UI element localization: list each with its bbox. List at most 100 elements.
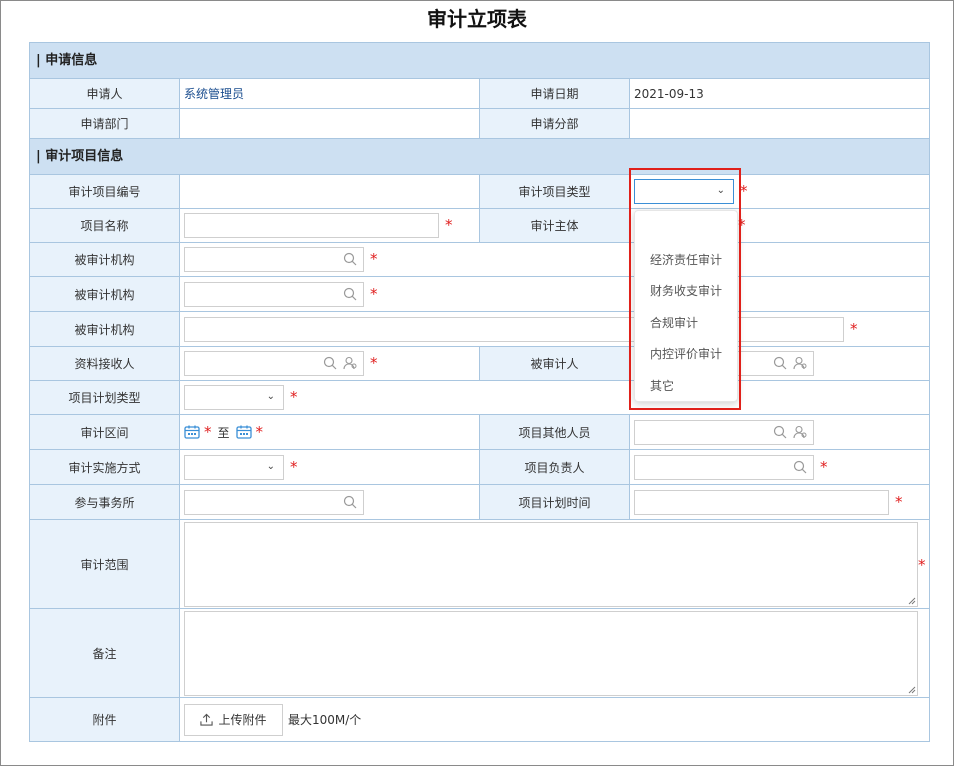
required-mark: * bbox=[370, 250, 378, 268]
applicant-label: 申请人 bbox=[30, 79, 180, 108]
search-icon[interactable] bbox=[793, 460, 807, 474]
row-code: 审计项目编号 审计项目类型 ⌄ * bbox=[30, 175, 929, 209]
section-apply-info: | 申请信息 bbox=[30, 43, 929, 79]
upload-icon bbox=[200, 713, 214, 726]
search-icon[interactable] bbox=[343, 252, 357, 266]
search-icon[interactable] bbox=[323, 356, 337, 370]
project-name-label: 项目名称 bbox=[30, 209, 180, 242]
search-icon[interactable] bbox=[343, 287, 357, 301]
other-members-input[interactable] bbox=[634, 419, 814, 445]
required-mark: * bbox=[850, 319, 858, 338]
row-org1: 被审计机构 * bbox=[30, 243, 929, 277]
attachment-cell: 上传附件 最大100M/个 bbox=[180, 698, 929, 741]
row-dept: 申请部门 申请分部 bbox=[30, 109, 929, 139]
upload-attachment-button[interactable]: 上传附件 bbox=[184, 703, 283, 736]
apply-date-value: 2021-09-13 bbox=[634, 86, 704, 101]
apply-branch-cell bbox=[630, 109, 929, 138]
remark-textarea[interactable] bbox=[184, 611, 918, 696]
required-mark: * bbox=[290, 388, 298, 406]
method-select[interactable]: ⌄ bbox=[184, 454, 284, 480]
auditee-label: 被审计人 bbox=[480, 347, 630, 380]
audit-subject-label: 审计主体 bbox=[480, 209, 630, 242]
required-mark: * bbox=[740, 182, 748, 200]
plan-type-select[interactable]: ⌄ bbox=[184, 385, 284, 410]
row-remark: 备注 bbox=[30, 609, 929, 698]
apply-dept-cell bbox=[180, 109, 480, 138]
user-select-icon[interactable] bbox=[793, 356, 807, 370]
audited-org-cell-3: * bbox=[180, 312, 929, 346]
remark-cell bbox=[180, 609, 929, 697]
plan-time-input[interactable] bbox=[634, 489, 889, 515]
required-mark: * bbox=[895, 492, 903, 511]
project-name-input[interactable] bbox=[184, 213, 439, 238]
plan-time-label: 项目计划时间 bbox=[480, 485, 630, 519]
search-icon[interactable] bbox=[773, 425, 787, 439]
calendar-icon[interactable] bbox=[235, 425, 252, 439]
audited-org-label-1: 被审计机构 bbox=[30, 243, 180, 276]
required-mark: * bbox=[204, 422, 212, 441]
applicant-value: 系统管理员 bbox=[184, 87, 245, 101]
row-firm: 参与事务所 项目计划时间 * bbox=[30, 485, 929, 520]
scope-cell: * bbox=[180, 520, 929, 608]
row-scope: 审计范围 * bbox=[30, 520, 929, 609]
audited-org-cell-1: * bbox=[180, 243, 929, 276]
leader-label: 项目负责人 bbox=[480, 450, 630, 484]
method-cell: ⌄ * bbox=[180, 450, 480, 484]
required-mark: * bbox=[255, 422, 264, 441]
attachment-label: 附件 bbox=[30, 698, 180, 741]
project-type-label: 审计项目类型 bbox=[480, 175, 630, 208]
search-icon[interactable] bbox=[773, 356, 787, 370]
scope-label: 审计范围 bbox=[30, 520, 180, 608]
project-name-cell: * bbox=[180, 209, 480, 242]
section-project-info: | 审计项目信息 bbox=[30, 139, 929, 175]
audited-org-cell-2: * bbox=[180, 277, 929, 311]
required-mark: * bbox=[445, 216, 453, 234]
firm-label: 参与事务所 bbox=[30, 485, 180, 519]
row-attachment: 附件 上传附件 最大100M/个 bbox=[30, 698, 929, 741]
plan-type-label: 项目计划类型 bbox=[30, 381, 180, 414]
user-select-icon[interactable] bbox=[343, 356, 357, 370]
apply-date-cell: 2021-09-13 bbox=[630, 79, 929, 108]
applicant-cell: 系统管理员 bbox=[180, 79, 480, 108]
firm-input[interactable] bbox=[184, 489, 364, 515]
other-members-label: 项目其他人员 bbox=[480, 415, 630, 449]
audited-org-input-2[interactable] bbox=[184, 281, 364, 307]
row-interval: 审计区间 * 至 * 项目其他人员 bbox=[30, 415, 929, 450]
apply-date-label: 申请日期 bbox=[480, 79, 630, 108]
receiver-input[interactable] bbox=[184, 351, 364, 376]
audited-org-input-1[interactable] bbox=[184, 247, 364, 272]
firm-cell bbox=[180, 485, 480, 519]
apply-dept-label: 申请部门 bbox=[30, 109, 180, 138]
chevron-down-icon: ⌄ bbox=[266, 391, 275, 402]
leader-cell: * bbox=[630, 450, 929, 484]
audited-org-input-3[interactable] bbox=[184, 316, 844, 342]
search-icon[interactable] bbox=[343, 495, 357, 509]
leader-input[interactable] bbox=[634, 454, 814, 480]
plan-type-cell: ⌄ * bbox=[180, 381, 929, 414]
interval-label: 审计区间 bbox=[30, 415, 180, 449]
required-mark: * bbox=[918, 556, 926, 574]
user-select-icon[interactable] bbox=[793, 425, 807, 439]
row-org3: 被审计机构 * bbox=[30, 312, 929, 347]
resize-handle-icon[interactable] bbox=[908, 686, 916, 694]
max-size-text: 最大100M/个 bbox=[288, 713, 362, 727]
row-applicant: 申请人 系统管理员 申请日期 2021-09-13 bbox=[30, 79, 929, 109]
chevron-down-icon: ⌄ bbox=[266, 460, 275, 472]
upload-label: 上传附件 bbox=[218, 713, 267, 727]
method-label: 审计实施方式 bbox=[30, 450, 180, 484]
project-code-label: 审计项目编号 bbox=[30, 175, 180, 208]
audited-org-label-2: 被审计机构 bbox=[30, 277, 180, 311]
resize-handle-icon[interactable] bbox=[908, 597, 916, 605]
page-title: 审计立项表 bbox=[427, 7, 527, 31]
row-receiver: 资料接收人 * 被审计人 bbox=[30, 347, 929, 381]
required-mark: * bbox=[370, 354, 378, 372]
row-name: 项目名称 * 审计主体 * bbox=[30, 209, 929, 243]
row-org2: 被审计机构 * bbox=[30, 277, 929, 312]
calendar-icon[interactable] bbox=[184, 425, 200, 439]
scope-textarea[interactable] bbox=[184, 522, 918, 607]
audited-org-label-3: 被审计机构 bbox=[30, 312, 180, 346]
remark-label: 备注 bbox=[30, 609, 180, 697]
required-mark: * bbox=[370, 284, 378, 303]
row-plan-type: 项目计划类型 ⌄ * bbox=[30, 381, 929, 415]
other-members-cell bbox=[630, 415, 929, 449]
